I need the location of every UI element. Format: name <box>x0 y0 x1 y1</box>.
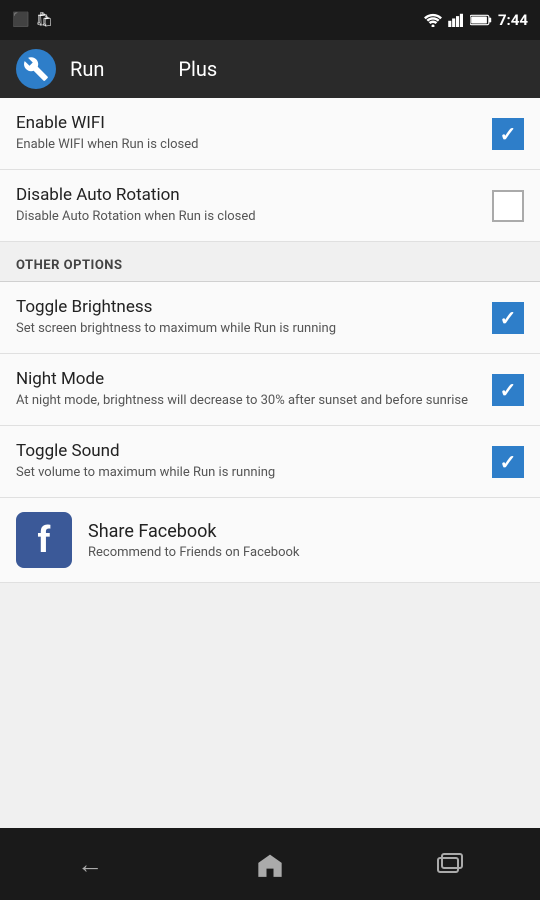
toggle-brightness-desc: Set screen brightness to maximum while R… <box>16 320 480 338</box>
disable-auto-rotation-checkbox[interactable] <box>492 190 524 222</box>
app-bar: Run Plus <box>0 40 540 98</box>
nav-bar: ← <box>0 828 540 900</box>
night-mode-desc: At night mode, brightness will decrease … <box>16 392 480 410</box>
enable-wifi-text: Enable WIFI Enable WIFI when Run is clos… <box>16 113 492 154</box>
status-bar-right-icons: 7:44 <box>424 11 528 29</box>
enable-wifi-item[interactable]: Enable WIFI Enable WIFI when Run is clos… <box>0 98 540 170</box>
toggle-brightness-item[interactable]: Toggle Brightness Set screen brightness … <box>0 282 540 354</box>
home-button[interactable] <box>240 842 300 886</box>
toggle-brightness-title: Toggle Brightness <box>16 297 480 317</box>
toggle-sound-item[interactable]: Toggle Sound Set volume to maximum while… <box>0 426 540 498</box>
toggle-sound-checkbox[interactable] <box>492 446 524 478</box>
status-bar: ⬛ 🛍 7:44 <box>0 0 540 40</box>
other-options-label: OTHER OPTIONS <box>16 258 123 273</box>
status-time: 7:44 <box>498 11 528 29</box>
battery-icon <box>470 14 492 26</box>
wrench-icon <box>23 56 49 82</box>
facebook-share-title: Share Facebook <box>88 521 300 542</box>
enable-wifi-title: Enable WIFI <box>16 113 480 133</box>
app-subtitle: Plus <box>178 57 217 81</box>
status-bar-left-icons: ⬛ 🛍 <box>12 12 53 28</box>
toggle-sound-desc: Set volume to maximum while Run is runni… <box>16 464 480 482</box>
bbm-icon: ⬛ <box>12 12 29 28</box>
enable-wifi-checkbox[interactable] <box>492 118 524 150</box>
toggle-sound-text: Toggle Sound Set volume to maximum while… <box>16 441 492 482</box>
disable-auto-rotation-text: Disable Auto Rotation Disable Auto Rotat… <box>16 185 492 226</box>
night-mode-text: Night Mode At night mode, brightness wil… <box>16 369 492 410</box>
back-icon: ← <box>77 849 103 880</box>
disable-auto-rotation-title: Disable Auto Rotation <box>16 185 480 205</box>
enable-wifi-desc: Enable WIFI when Run is closed <box>16 136 480 154</box>
toggle-sound-title: Toggle Sound <box>16 441 480 461</box>
disable-auto-rotation-desc: Disable Auto Rotation when Run is closed <box>16 208 480 226</box>
recents-icon <box>436 853 464 875</box>
home-icon <box>256 851 284 877</box>
store-icon: 🛍 <box>35 12 53 28</box>
night-mode-checkbox[interactable] <box>492 374 524 406</box>
settings-content: Enable WIFI Enable WIFI when Run is clos… <box>0 98 540 828</box>
back-button[interactable]: ← <box>60 842 120 886</box>
app-logo <box>16 49 56 89</box>
app-title: Run <box>70 57 104 81</box>
facebook-share-item[interactable]: f Share Facebook Recommend to Friends on… <box>0 498 540 583</box>
night-mode-item[interactable]: Night Mode At night mode, brightness wil… <box>0 354 540 426</box>
toggle-brightness-checkbox[interactable] <box>492 302 524 334</box>
signal-icon <box>448 13 464 27</box>
night-mode-title: Night Mode <box>16 369 480 389</box>
facebook-text: Share Facebook Recommend to Friends on F… <box>88 521 300 560</box>
disable-auto-rotation-item[interactable]: Disable Auto Rotation Disable Auto Rotat… <box>0 170 540 242</box>
recents-button[interactable] <box>420 842 480 886</box>
facebook-share-desc: Recommend to Friends on Facebook <box>88 545 300 560</box>
wifi-icon <box>424 13 442 27</box>
toggle-brightness-text: Toggle Brightness Set screen brightness … <box>16 297 492 338</box>
facebook-logo: f <box>16 512 72 568</box>
other-options-header: OTHER OPTIONS <box>0 242 540 282</box>
